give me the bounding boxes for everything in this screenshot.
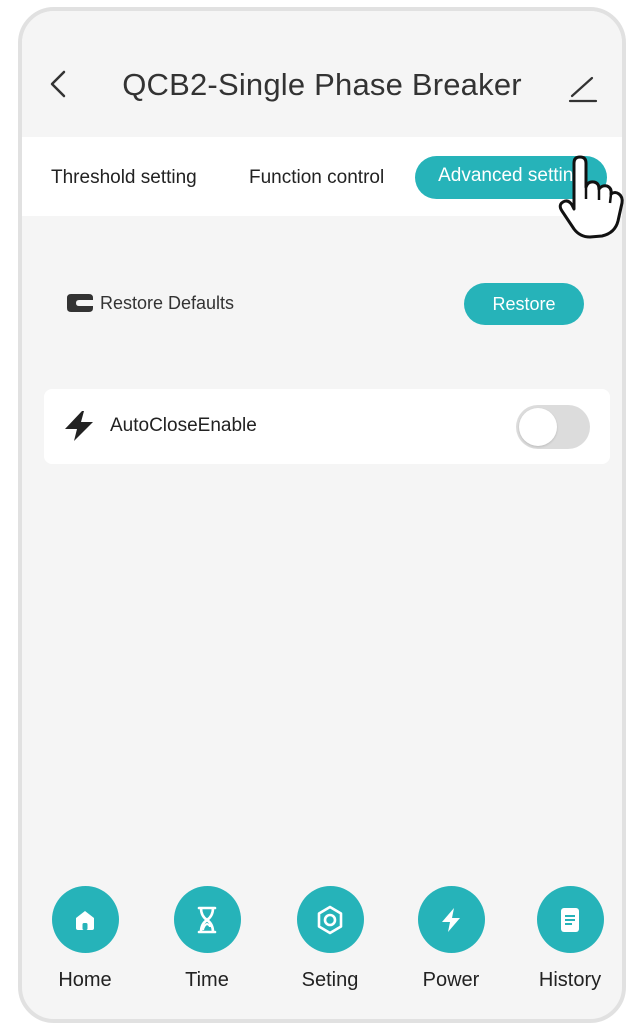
nav-history-button[interactable]	[536, 886, 604, 953]
nav-setting-label: Seting	[301, 969, 359, 991]
auto-close-card: AutoCloseEnable	[44, 389, 610, 464]
header: QCB2-Single Phase Breaker	[22, 11, 622, 137]
nav-power[interactable]: Power	[401, 886, 501, 992]
tab-threshold-setting[interactable]: Threshold setting	[51, 167, 197, 189]
nav-home-label: Home	[58, 969, 112, 991]
bolt-icon	[442, 907, 460, 932]
nav-time-button[interactable]	[173, 886, 241, 953]
nav-time[interactable]: Time	[157, 886, 257, 992]
hourglass-icon	[197, 906, 217, 933]
document-icon	[561, 907, 579, 932]
hexagon-nut-icon	[317, 905, 343, 934]
auto-close-toggle[interactable]	[516, 405, 590, 449]
phone-frame: QCB2-Single Phase Breaker Threshold sett…	[18, 7, 626, 1023]
tab-bar: Threshold setting Function control Advan…	[22, 137, 622, 216]
restore-button[interactable]: Restore	[464, 283, 584, 325]
restore-defaults-row: Restore Defaults Restore	[62, 281, 622, 325]
nav-time-label: Time	[185, 969, 229, 991]
restore-defaults-label: Restore Defaults	[100, 293, 235, 313]
nav-setting-button[interactable]	[296, 886, 364, 953]
toggle-knob	[519, 408, 557, 446]
nav-history-label: History	[538, 969, 602, 991]
nav-history[interactable]: History	[520, 886, 620, 992]
nav-home[interactable]: Home	[35, 886, 135, 992]
nav-power-button[interactable]	[417, 886, 485, 953]
bolt-icon	[65, 411, 93, 441]
tab-function-control[interactable]: Function control	[249, 167, 384, 189]
home-icon	[76, 910, 94, 930]
bottom-nav: Home Time Seting Power History	[22, 886, 622, 1019]
edit-icon[interactable]	[564, 68, 600, 104]
tab-advanced-setting[interactable]: Advanced setting	[415, 156, 607, 199]
page-title: QCB2-Single Phase Breaker	[122, 67, 522, 102]
nav-home-button[interactable]	[51, 886, 119, 953]
auto-close-label: AutoCloseEnable	[110, 415, 257, 436]
nav-power-label: Power	[422, 969, 480, 991]
nav-setting[interactable]: Seting	[280, 886, 380, 992]
restore-icon	[67, 294, 93, 312]
